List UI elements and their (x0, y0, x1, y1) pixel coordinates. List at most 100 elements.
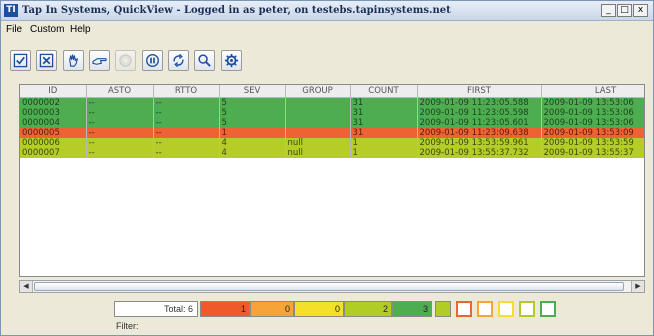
filter-swatch[interactable] (435, 301, 451, 317)
maximize-button[interactable]: □ (617, 4, 632, 17)
cell-count: 31 (350, 97, 418, 108)
table-header-row: ID ASTO RTTO SEV GROUP COUNT FIRST LAST (20, 85, 644, 98)
window-controls: _ □ x (601, 4, 648, 17)
filter-label: Filter: (116, 321, 139, 331)
cell-asto: -- (86, 107, 154, 118)
settings-gear-icon (224, 53, 239, 68)
menu-custom[interactable]: Custom (30, 24, 64, 35)
scroll-left-icon[interactable]: ◀ (20, 281, 33, 292)
pause-button[interactable] (142, 50, 163, 71)
close-button[interactable]: x (633, 4, 648, 17)
cell-first: 2009-01-09 13:55:37.732 (417, 147, 542, 158)
cell-last: 2009-01-09 13:53:06 (541, 107, 644, 118)
table-row[interactable]: 0000003 -- -- 5 31 2009-01-09 11:23:05.5… (20, 107, 644, 118)
hand-take-icon (69, 54, 78, 67)
cell-rtto: -- (153, 107, 220, 118)
filter-swatch[interactable] (498, 301, 514, 317)
table-row[interactable]: 0000004 -- -- 5 31 2009-01-09 11:23:05.6… (20, 117, 644, 128)
cell-count: 31 (350, 117, 418, 128)
clear-button[interactable] (36, 50, 57, 71)
title-bar[interactable]: TI Tap In Systems, QuickView - Logged in… (1, 1, 653, 21)
cell-group: null (285, 137, 351, 148)
cell-last: 2009-01-09 13:53:06 (541, 117, 644, 128)
cell-group (285, 97, 351, 108)
alarm-table: ID ASTO RTTO SEV GROUP COUNT FIRST LAST … (19, 84, 645, 277)
cell-asto: -- (86, 117, 154, 128)
pause-icon (146, 54, 159, 67)
cell-rtto: -- (153, 97, 220, 108)
scroll-thumb[interactable] (34, 282, 624, 291)
cell-count: 31 (350, 127, 418, 138)
search-button[interactable] (194, 50, 215, 71)
column-header-rtto[interactable]: RTTO (153, 85, 220, 98)
cell-group (285, 117, 351, 128)
toolbar (1, 40, 653, 80)
cell-id: 0000004 (20, 117, 87, 128)
cell-first: 2009-01-09 11:23:09.638 (417, 127, 542, 138)
settings-button[interactable] (221, 50, 242, 71)
table-row[interactable]: 0000005 -- -- 1 31 2009-01-09 11:23:09.6… (20, 127, 644, 138)
pointing-hand-icon (92, 58, 107, 65)
cell-count: 1 (350, 147, 418, 158)
horizontal-scrollbar[interactable]: ◀ ▶ (19, 280, 645, 293)
app-window: TI Tap In Systems, QuickView - Logged in… (0, 0, 654, 336)
column-header-group[interactable]: GROUP (285, 85, 351, 98)
minimize-button[interactable]: _ (601, 4, 616, 17)
severity-count-warning[interactable]: 2 (344, 301, 392, 317)
cell-last: 2009-01-09 13:53:06 (541, 97, 644, 108)
severity-count-major[interactable]: 0 (250, 301, 294, 317)
cell-group (285, 127, 351, 138)
cell-id: 0000003 (20, 107, 87, 118)
cell-sev: 4 (219, 137, 286, 148)
cell-count: 31 (350, 107, 418, 118)
refresh-button[interactable] (168, 50, 189, 71)
disabled-circle-icon (119, 54, 132, 67)
cell-first: 2009-01-09 11:23:05.588 (417, 97, 542, 108)
cell-first: 2009-01-09 11:23:05.598 (417, 107, 542, 118)
filter-swatch[interactable] (540, 301, 556, 317)
menu-bar: File Custom Help (1, 22, 653, 39)
filter-swatch[interactable] (477, 301, 493, 317)
cell-rtto: -- (153, 117, 220, 128)
refresh-icon (173, 53, 184, 68)
cell-count: 1 (350, 137, 418, 148)
scroll-right-icon[interactable]: ▶ (631, 281, 644, 292)
cell-rtto: -- (153, 127, 220, 138)
cell-asto: -- (86, 127, 154, 138)
cell-asto: -- (86, 137, 154, 148)
column-header-first[interactable]: FIRST (417, 85, 542, 98)
cell-id: 0000005 (20, 127, 87, 138)
table-row[interactable]: 0000006 -- -- 4 null 1 2009-01-09 13:53:… (20, 137, 644, 148)
column-header-count[interactable]: COUNT (350, 85, 418, 98)
table-row[interactable]: 0000007 -- -- 4 null 1 2009-01-09 13:55:… (20, 147, 644, 158)
cell-sev: 4 (219, 147, 286, 158)
search-magnifier-icon (198, 54, 211, 67)
cell-last: 2009-01-09 13:55:37 (541, 147, 644, 158)
cell-first: 2009-01-09 13:53:59.961 (417, 137, 542, 148)
assign-button[interactable] (89, 50, 110, 71)
column-header-sev[interactable]: SEV (219, 85, 286, 98)
window-title: Tap In Systems, QuickView - Logged in as… (22, 5, 451, 16)
filter-swatch[interactable] (519, 301, 535, 317)
column-header-last[interactable]: LAST (541, 85, 644, 98)
column-header-asto[interactable]: ASTO (86, 85, 154, 98)
filter-swatch[interactable] (456, 301, 472, 317)
close-x-icon (39, 53, 54, 68)
menu-help[interactable]: Help (70, 24, 91, 35)
total-count: Total: 6 (114, 301, 198, 317)
disabled-action-button[interactable] (115, 50, 136, 71)
acknowledge-check-icon (13, 53, 28, 68)
cell-group: null (285, 147, 351, 158)
menu-file[interactable]: File (6, 24, 22, 35)
column-header-id[interactable]: ID (20, 85, 87, 98)
cell-asto: -- (86, 147, 154, 158)
take-ownership-button[interactable] (63, 50, 84, 71)
cell-last: 2009-01-09 13:53:59 (541, 137, 644, 148)
cell-sev: 5 (219, 117, 286, 128)
severity-count-critical[interactable]: 1 (200, 301, 250, 317)
cell-id: 0000007 (20, 147, 87, 158)
acknowledge-button[interactable] (10, 50, 31, 71)
table-row[interactable]: 0000002 -- -- 5 31 2009-01-09 11:23:05.5… (20, 97, 644, 108)
severity-count-normal[interactable]: 3 (392, 301, 432, 317)
severity-count-minor[interactable]: 0 (294, 301, 344, 317)
